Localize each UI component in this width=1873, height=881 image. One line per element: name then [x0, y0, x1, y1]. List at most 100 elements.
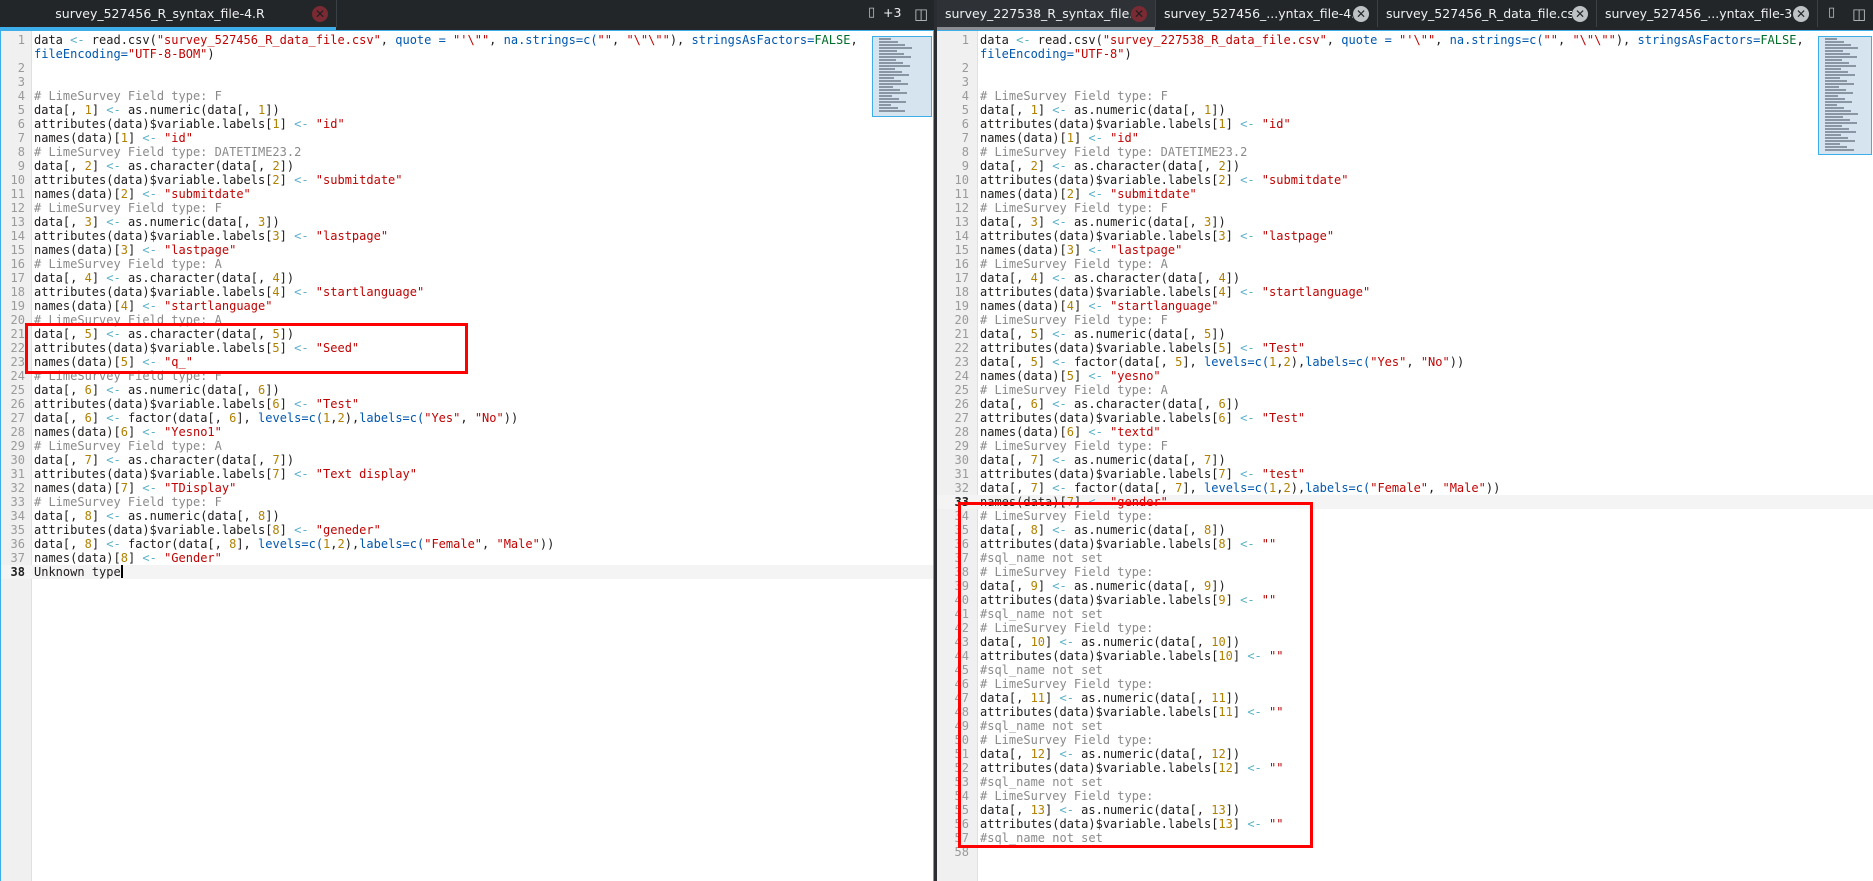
tab-survey-527456-syntax-file-4[interactable]: survey_527456_R_syntax_file-4.R ✕ — [0, 0, 337, 30]
close-tab-icon[interactable]: ✕ — [312, 5, 328, 22]
code-line[interactable]: 52 attributes(data)$variable.labels[12] <… — [937, 761, 1873, 775]
right-code-editor[interactable]: 1 data <- read.csv("survey_227538_R_data_… — [937, 30, 1873, 881]
code-line[interactable]: 14 attributes(data)$variable.labels[3] <-… — [937, 229, 1873, 243]
code-line[interactable]: 10 attributes(data)$variable.labels[2] <-… — [1, 173, 933, 187]
code-line[interactable]: 10 attributes(data)$variable.labels[2] <-… — [937, 173, 1873, 187]
code-line[interactable]: 5 data[, 1] <- as.numeric(data[, 1]) — [937, 103, 1873, 117]
tab-survey-527456-data-file[interactable]: survey_527456_R_data_file.csv ✕ — [1378, 0, 1597, 27]
code-line[interactable]: 13 data[, 3] <- as.numeric(data[, 3]) — [937, 215, 1873, 229]
code-line[interactable]: 38 # LimeSurvey Field type: — [937, 565, 1873, 579]
code-line[interactable]: 26 attributes(data)$variable.labels[6] <-… — [1, 397, 933, 411]
code-line[interactable]: 32 data[, 7] <- factor(data[, 7], levels=… — [937, 481, 1873, 495]
code-line[interactable]: 40 attributes(data)$variable.labels[9] <-… — [937, 593, 1873, 607]
code-line[interactable]: 48 attributes(data)$variable.labels[11] <… — [937, 705, 1873, 719]
code-line[interactable]: 30 data[, 7] <- as.character(data[, 7]) — [1, 453, 933, 467]
code-line[interactable]: 31 attributes(data)$variable.labels[7] <-… — [937, 467, 1873, 481]
code-line[interactable]: 28 names(data)[6] <- "Yesno1" — [1, 425, 933, 439]
code-line[interactable]: 37 #sql_name not set — [937, 551, 1873, 565]
minimap[interactable] — [872, 36, 932, 117]
code-line[interactable]: 22 attributes(data)$variable.labels[5] <-… — [937, 341, 1873, 355]
code-line[interactable]: 23 names(data)[5] <- "q_" — [1, 355, 933, 369]
code-line[interactable]: 12 # LimeSurvey Field type: F — [937, 201, 1873, 215]
code-line[interactable]: 29 # LimeSurvey Field type: A — [1, 439, 933, 453]
code-line[interactable]: 36 data[, 8] <- factor(data[, 8], levels=… — [1, 537, 933, 551]
code-line[interactable]: 16 # LimeSurvey Field type: A — [1, 257, 933, 271]
code-line[interactable]: 9 data[, 2] <- as.character(data[, 2]) — [937, 159, 1873, 173]
code-line[interactable]: 50 # LimeSurvey Field type: — [937, 733, 1873, 747]
code-line[interactable]: 1 data <- read.csv("survey_227538_R_data_… — [937, 33, 1873, 47]
code-line[interactable]: 13 data[, 3] <- as.numeric(data[, 3]) — [1, 215, 933, 229]
close-tab-icon[interactable]: ✕ — [1131, 5, 1147, 22]
code-line[interactable]: 4 # LimeSurvey Field type: F — [1, 89, 933, 103]
split-view-icon[interactable]: ◫ — [1852, 5, 1866, 23]
code-line[interactable]: 34 data[, 8] <- as.numeric(data[, 8]) — [1, 509, 933, 523]
code-line[interactable]: 18 attributes(data)$variable.labels[4] <-… — [937, 285, 1873, 299]
code-line[interactable]: 14 attributes(data)$variable.labels[3] <-… — [1, 229, 933, 243]
code-line[interactable]: fileEncoding="UTF-8") — [937, 47, 1873, 61]
code-line[interactable]: 20 # LimeSurvey Field type: F — [937, 313, 1873, 327]
tab-survey-527456-syntax-file-3[interactable]: survey_527456_...yntax_file-3.R ✕ — [1597, 0, 1818, 27]
code-line[interactable]: 17 data[, 4] <- as.character(data[, 4]) — [1, 271, 933, 285]
code-line[interactable]: 22 attributes(data)$variable.labels[5] <-… — [1, 341, 933, 355]
code-line[interactable]: 45 #sql_name not set — [937, 663, 1873, 677]
code-line[interactable]: 27 data[, 6] <- factor(data[, 6], levels=… — [1, 411, 933, 425]
code-line[interactable]: 42 # LimeSurvey Field type: — [937, 621, 1873, 635]
code-line[interactable]: 53 #sql_name not set — [937, 775, 1873, 789]
code-line[interactable]: 27 attributes(data)$variable.labels[6] <-… — [937, 411, 1873, 425]
code-line[interactable]: 19 names(data)[4] <- "startlanguage" — [937, 299, 1873, 313]
code-line[interactable]: 41 #sql_name not set — [937, 607, 1873, 621]
code-line[interactable]: 5 data[, 1] <- as.numeric(data[, 1]) — [1, 103, 933, 117]
code-line[interactable]: 56 attributes(data)$variable.labels[13] <… — [937, 817, 1873, 831]
code-line[interactable]: 33 # LimeSurvey Field type: F — [1, 495, 933, 509]
code-line[interactable]: 34 # LimeSurvey Field type: — [937, 509, 1873, 523]
code-line[interactable]: 26 data[, 6] <- as.character(data[, 6]) — [937, 397, 1873, 411]
code-line[interactable]: 36 attributes(data)$variable.labels[8] <-… — [937, 537, 1873, 551]
code-line[interactable]: 19 names(data)[4] <- "startlanguage" — [1, 299, 933, 313]
code-line[interactable]: 31 attributes(data)$variable.labels[7] <-… — [1, 467, 933, 481]
code-line[interactable]: 3 — [1, 75, 933, 89]
code-line[interactable]: 35 attributes(data)$variable.labels[8] <-… — [1, 523, 933, 537]
code-line[interactable]: fileEncoding="UTF-8-BOM") — [1, 47, 933, 61]
code-line[interactable]: 17 data[, 4] <- as.character(data[, 4]) — [937, 271, 1873, 285]
code-line[interactable]: 39 data[, 9] <- as.numeric(data[, 9]) — [937, 579, 1873, 593]
code-line[interactable]: 30 data[, 7] <- as.numeric(data[, 7]) — [937, 453, 1873, 467]
code-line[interactable]: 8 # LimeSurvey Field type: DATETIME23.2 — [1, 145, 933, 159]
code-line[interactable]: 47 data[, 11] <- as.numeric(data[, 11]) — [937, 691, 1873, 705]
code-line[interactable]: 11 names(data)[2] <- "submitdate" — [1, 187, 933, 201]
code-line[interactable]: 7 names(data)[1] <- "id" — [1, 131, 933, 145]
more-tabs-count[interactable]: +3 — [883, 5, 901, 20]
code-line[interactable]: 16 # LimeSurvey Field type: A — [937, 257, 1873, 271]
code-line[interactable]: 32 names(data)[7] <- "TDisplay" — [1, 481, 933, 495]
code-line[interactable]: 1 data <- read.csv("survey_527456_R_data_… — [1, 33, 933, 47]
code-line[interactable]: 38 Unknown type — [1, 565, 933, 579]
code-line[interactable]: 49 #sql_name not set — [937, 719, 1873, 733]
code-line[interactable]: 12 # LimeSurvey Field type: F — [1, 201, 933, 215]
code-line[interactable]: 6 attributes(data)$variable.labels[1] <- … — [1, 117, 933, 131]
code-line[interactable]: 25 # LimeSurvey Field type: A — [937, 383, 1873, 397]
document-icon[interactable]: ▯ — [1828, 5, 1835, 20]
code-line[interactable]: 29 # LimeSurvey Field type: F — [937, 439, 1873, 453]
code-line[interactable]: 9 data[, 2] <- as.character(data[, 2]) — [1, 159, 933, 173]
code-line[interactable]: 46 # LimeSurvey Field type: — [937, 677, 1873, 691]
code-area[interactable]: 1 data <- read.csv("survey_527456_R_data_… — [1, 33, 933, 579]
code-line[interactable]: 35 data[, 8] <- as.numeric(data[, 8]) — [937, 523, 1873, 537]
code-line[interactable]: 21 data[, 5] <- as.character(data[, 5]) — [1, 327, 933, 341]
document-icon[interactable]: ▯ — [868, 5, 875, 20]
code-line[interactable]: 33 names(data)[7] <- "gender" — [937, 495, 1873, 509]
left-code-editor[interactable]: 1 data <- read.csv("survey_527456_R_data_… — [0, 30, 934, 881]
close-tab-icon[interactable]: ✕ — [1793, 5, 1809, 22]
code-line[interactable]: 8 # LimeSurvey Field type: DATETIME23.2 — [937, 145, 1873, 159]
code-line[interactable]: 25 data[, 6] <- as.numeric(data[, 6]) — [1, 383, 933, 397]
code-line[interactable]: 58 — [937, 845, 1873, 859]
code-line[interactable]: 3 — [937, 75, 1873, 89]
code-line[interactable]: 15 names(data)[3] <- "lastpage" — [1, 243, 933, 257]
close-tab-icon[interactable]: ✕ — [1572, 5, 1588, 22]
code-line[interactable]: 4 # LimeSurvey Field type: F — [937, 89, 1873, 103]
code-line[interactable]: 24 # LimeSurvey Field type: F — [1, 369, 933, 383]
code-line[interactable]: 6 attributes(data)$variable.labels[1] <- … — [937, 117, 1873, 131]
code-line[interactable]: 21 data[, 5] <- as.numeric(data[, 5]) — [937, 327, 1873, 341]
close-tab-icon[interactable]: ✕ — [1353, 5, 1369, 22]
split-view-icon[interactable]: ◫ — [914, 5, 928, 23]
code-area[interactable]: 1 data <- read.csv("survey_227538_R_data_… — [937, 33, 1873, 859]
code-line[interactable]: 24 names(data)[5] <- "yesno" — [937, 369, 1873, 383]
